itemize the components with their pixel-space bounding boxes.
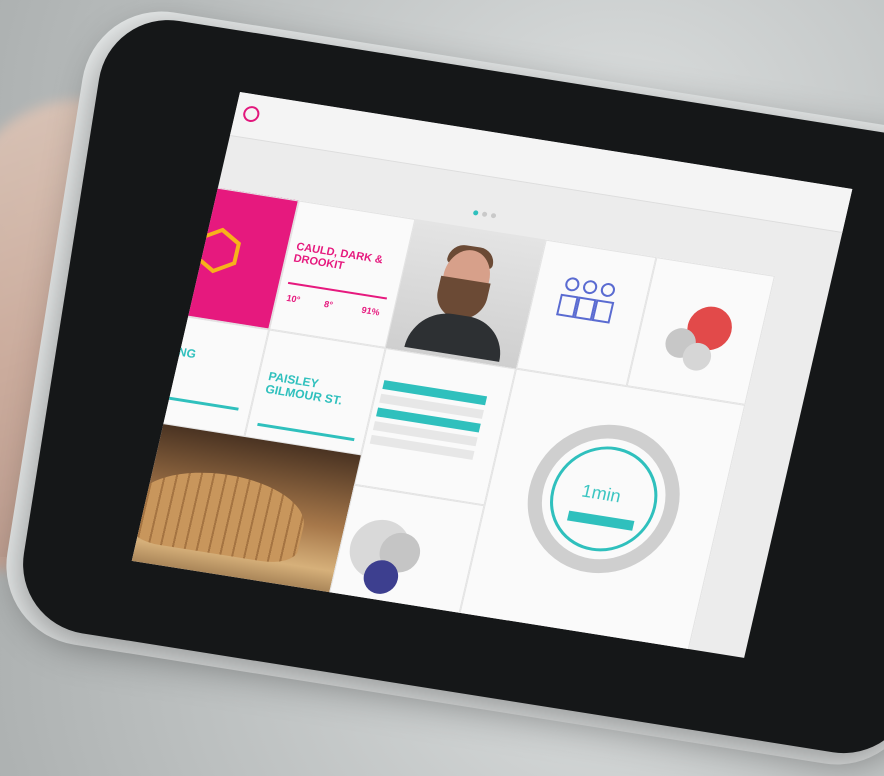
page-indicator[interactable] (472, 210, 497, 219)
page-dot-1[interactable] (472, 210, 479, 216)
weather-title: CAULD, DARK & DROOKIT (292, 240, 385, 273)
page-dot-3[interactable] (490, 212, 497, 219)
tablet-screen: CAULD, DARK & DROOKIT 10° 8° 91% PAISLEY… (131, 92, 853, 658)
station-progress-2 (257, 422, 355, 442)
weather-temp-2: 8° (323, 298, 334, 311)
group-icon (556, 277, 615, 324)
weather-divider (287, 281, 388, 300)
station-name-2: PAISLEY GILMOUR ST. (264, 369, 344, 408)
app-logo-icon (241, 104, 261, 124)
weather-humidity: 91% (360, 304, 381, 318)
photo-dome (131, 461, 313, 567)
weather-temp-1: 10° (285, 292, 302, 305)
page-dot-2[interactable] (481, 211, 488, 218)
